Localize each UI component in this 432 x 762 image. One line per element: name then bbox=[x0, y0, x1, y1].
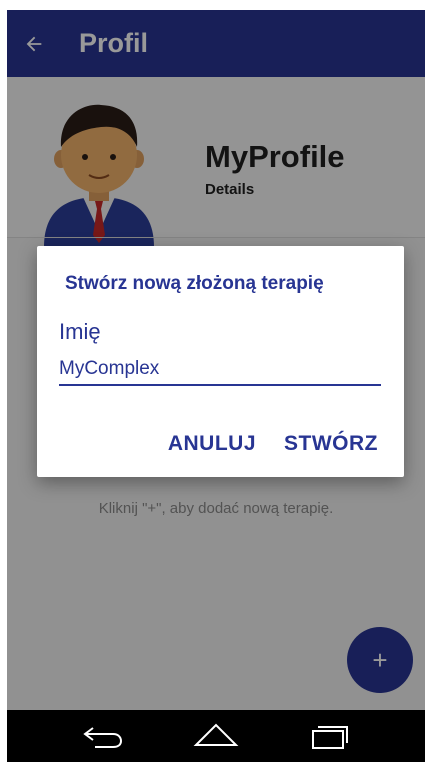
nav-home-button[interactable] bbox=[186, 716, 246, 756]
dialog-title: Stwórz nową złożoną terapię bbox=[65, 273, 324, 294]
nav-recents-button[interactable] bbox=[299, 716, 359, 756]
nav-back-button[interactable] bbox=[73, 716, 133, 756]
nav-recents-icon bbox=[311, 726, 348, 749]
cancel-button[interactable]: ANULUJ bbox=[168, 432, 256, 456]
create-therapy-dialog: Stwórz nową złożoną terapię Imię ANULUJ … bbox=[37, 246, 404, 477]
dialog-actions: ANULUJ STWÓRZ bbox=[168, 432, 378, 456]
system-nav-bar bbox=[7, 710, 425, 762]
screen: Profil MyProfile Details Kliknij "+", ab… bbox=[0, 0, 432, 762]
name-input[interactable] bbox=[59, 354, 381, 386]
nav-home-icon bbox=[193, 723, 239, 746]
nav-back-icon bbox=[83, 727, 123, 748]
name-field-label: Imię bbox=[59, 319, 101, 344]
create-button[interactable]: STWÓRZ bbox=[284, 432, 378, 456]
